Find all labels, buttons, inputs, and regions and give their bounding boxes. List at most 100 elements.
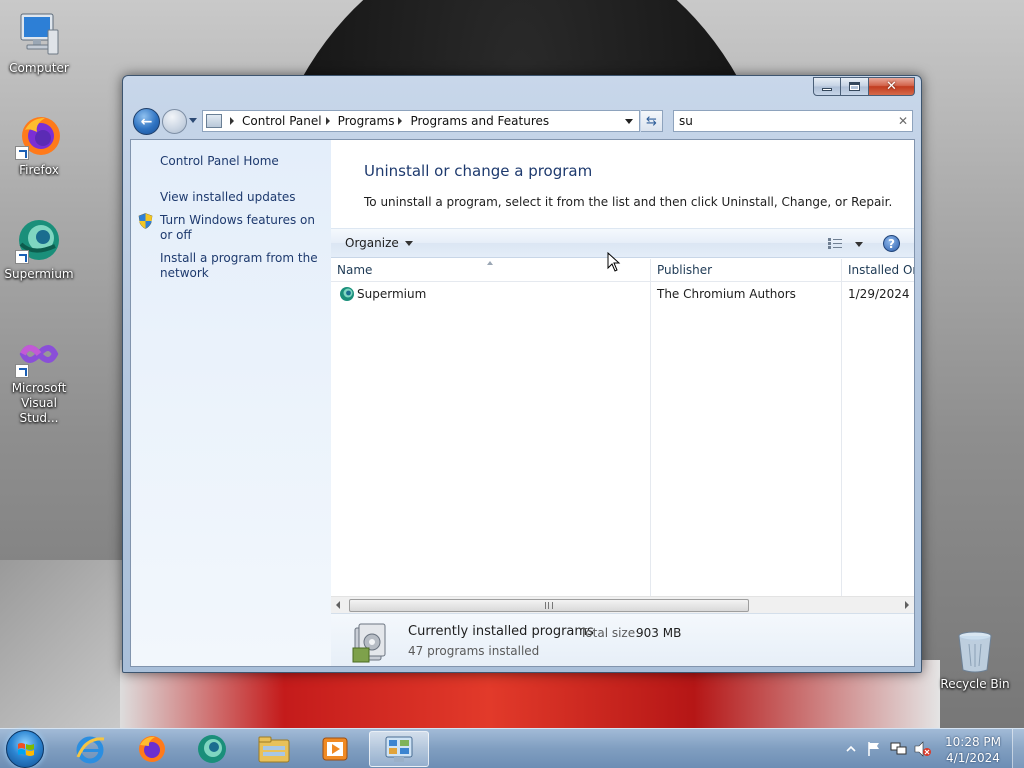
sidebar-link-install-from-network[interactable]: Install a program from the network xyxy=(160,251,320,281)
details-pane: Currently installed programs Total size:… xyxy=(331,613,914,666)
taskbar: 10:28 PM 4/1/2024 xyxy=(0,728,1024,768)
column-header-name-label: Name xyxy=(337,263,373,277)
chevron-down-icon xyxy=(404,240,413,246)
taskbar-internet-explorer[interactable] xyxy=(62,731,118,767)
desktop-icon-recycle-bin[interactable]: Recycle Bin xyxy=(936,630,1014,692)
taskbar-windows-explorer[interactable] xyxy=(246,731,302,767)
network-icon[interactable] xyxy=(890,741,908,757)
clear-search-icon[interactable]: ✕ xyxy=(894,114,912,128)
horizontal-scrollbar[interactable] xyxy=(331,596,914,613)
breadcrumb-arrow-icon[interactable] xyxy=(230,117,234,125)
column-header-publisher[interactable]: Publisher xyxy=(651,259,843,282)
desktop-icon-label: Microsoft Visual Stud... xyxy=(11,381,67,425)
program-installed-on: 1/29/2024 xyxy=(848,287,910,301)
scroll-left-arrow-icon[interactable] xyxy=(336,601,340,609)
main-pane: Uninstall or change a program To uninsta… xyxy=(331,140,914,666)
internet-explorer-icon xyxy=(76,736,105,764)
firefox-icon xyxy=(139,736,165,762)
forward-button[interactable] xyxy=(162,109,187,134)
column-divider[interactable] xyxy=(841,259,842,596)
desktop-icon-label: Supermium xyxy=(4,267,74,281)
column-divider[interactable] xyxy=(650,259,651,596)
address-dropdown-button[interactable] xyxy=(625,118,633,124)
desktop-icon-visual-studio[interactable]: Microsoft Visual Stud... xyxy=(0,330,78,426)
caption-buttons: ✕ xyxy=(813,77,915,96)
supermium-icon xyxy=(15,216,63,264)
start-button[interactable] xyxy=(6,730,44,768)
close-button[interactable]: ✕ xyxy=(869,77,915,96)
action-center-flag-icon[interactable] xyxy=(866,741,882,757)
table-row[interactable]: Supermium The Chromium Authors 1/29/2024 xyxy=(331,283,914,305)
breadcrumb-arrow-icon[interactable] xyxy=(325,117,330,125)
desktop-icon-supermium[interactable]: Supermium xyxy=(0,216,78,282)
column-header-name[interactable]: Name xyxy=(331,259,651,282)
change-view-button[interactable] xyxy=(828,238,842,249)
navigation-bar: ← Control Panel Programs Programs and Fe… xyxy=(131,107,913,135)
refresh-button[interactable]: ⇆ xyxy=(641,110,663,132)
sort-ascending-icon xyxy=(487,261,493,265)
column-header-installed-on[interactable]: Installed On xyxy=(842,259,915,282)
organize-label: Organize xyxy=(345,236,399,250)
organize-button[interactable]: Organize xyxy=(345,236,413,250)
taskbar-media-player[interactable] xyxy=(307,731,363,767)
minimize-button[interactable] xyxy=(813,77,841,96)
minimize-icon xyxy=(822,88,832,91)
sidebar-link-control-panel-home[interactable]: Control Panel Home xyxy=(160,154,320,169)
programs-icon xyxy=(352,623,386,663)
sidebar-link-windows-features[interactable]: Turn Windows features on or off xyxy=(160,213,320,243)
sidebar-link-view-installed-updates[interactable]: View installed updates xyxy=(160,190,320,205)
desktop-icon-label: Recycle Bin xyxy=(940,677,1010,691)
maximize-button[interactable] xyxy=(841,77,869,96)
column-header-publisher-label: Publisher xyxy=(657,263,713,277)
list-header: Name Publisher Installed On xyxy=(331,259,914,282)
clock-time: 10:28 PM xyxy=(945,735,1001,749)
address-bar[interactable]: Control Panel Programs Programs and Feat… xyxy=(202,110,640,132)
back-button[interactable]: ← xyxy=(133,108,160,135)
back-arrow-icon: ← xyxy=(140,113,153,130)
program-name: Supermium xyxy=(357,287,427,301)
help-button[interactable]: ? xyxy=(883,235,900,252)
breadcrumb-arrow-icon[interactable] xyxy=(398,117,403,125)
close-icon: ✕ xyxy=(886,79,897,94)
program-publisher: The Chromium Authors xyxy=(657,287,796,301)
visual-studio-icon xyxy=(15,330,63,378)
shortcut-arrow-icon xyxy=(15,250,29,264)
column-header-installed-on-label: Installed On xyxy=(848,263,915,277)
shield-icon xyxy=(138,213,153,229)
grip-icon xyxy=(545,602,553,609)
show-desktop-button[interactable] xyxy=(1012,729,1024,768)
recent-pages-dropdown[interactable] xyxy=(189,118,197,123)
search-input[interactable] xyxy=(679,114,894,128)
desktop-icon-label: Computer xyxy=(9,61,69,75)
control-panel-icon xyxy=(385,736,413,762)
task-pane: Control Panel Home View installed update… xyxy=(131,140,331,666)
folder-icon xyxy=(258,736,290,763)
supermium-icon xyxy=(198,735,226,763)
scrollbar-thumb[interactable] xyxy=(349,599,749,612)
firefox-icon xyxy=(15,112,63,160)
installed-programs-title: Currently installed programs xyxy=(408,624,594,639)
system-clock[interactable]: 10:28 PM 4/1/2024 xyxy=(940,734,1006,766)
windows-logo-icon xyxy=(18,743,34,756)
breadcrumb-control-panel[interactable]: Control Panel xyxy=(242,114,322,128)
view-options-dropdown[interactable] xyxy=(855,242,863,247)
computer-icon xyxy=(15,10,63,58)
taskbar-control-panel[interactable] xyxy=(369,731,429,767)
breadcrumb-programs[interactable]: Programs xyxy=(338,114,395,128)
scroll-right-arrow-icon[interactable] xyxy=(905,601,909,609)
control-panel-icon xyxy=(206,114,222,128)
search-box[interactable]: ✕ xyxy=(673,110,913,132)
mouse-cursor-icon xyxy=(607,252,621,272)
supermium-icon xyxy=(340,287,354,301)
volume-muted-icon[interactable] xyxy=(914,741,932,757)
taskbar-firefox[interactable] xyxy=(123,731,179,767)
desktop-icon-firefox[interactable]: Firefox xyxy=(0,112,78,178)
programs-count: 47 programs installed xyxy=(408,644,540,658)
recycle-bin-icon xyxy=(955,630,995,674)
taskbar-supermium[interactable] xyxy=(184,731,240,767)
clock-date: 4/1/2024 xyxy=(946,751,1000,765)
show-hidden-icons-icon[interactable] xyxy=(846,745,856,753)
breadcrumb-programs-and-features[interactable]: Programs and Features xyxy=(410,114,549,128)
desktop-icon-computer[interactable]: Computer xyxy=(0,10,78,76)
total-size-label: Total size: xyxy=(580,626,640,640)
